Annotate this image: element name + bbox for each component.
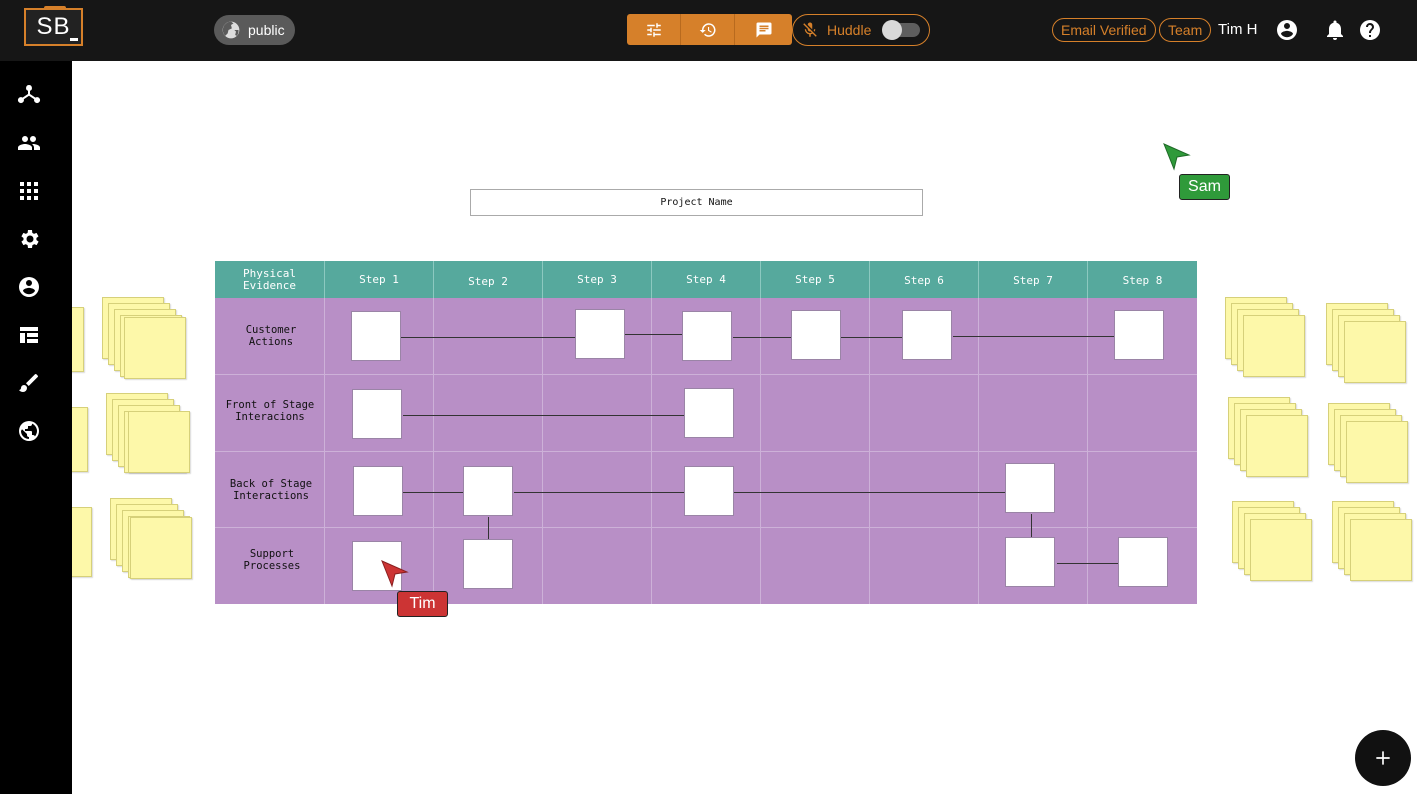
table-icon[interactable] [17, 323, 41, 347]
header-step-7[interactable]: Step 7 [979, 261, 1088, 298]
settings-sliders-button[interactable] [627, 14, 681, 45]
step-box[interactable] [684, 466, 734, 516]
cursor-label-tim: Tim [397, 591, 448, 617]
help-icon[interactable] [1358, 18, 1382, 42]
header-step-3[interactable]: Step 3 [543, 261, 652, 298]
header-step-1[interactable]: Step 1 [325, 261, 434, 298]
step-box[interactable] [351, 311, 401, 361]
sticky-note[interactable] [72, 407, 88, 472]
sticky-note[interactable] [130, 517, 192, 579]
step-box[interactable] [1114, 310, 1164, 360]
plus-icon [1376, 751, 1390, 765]
connector-line [841, 337, 903, 338]
connector-line [403, 492, 465, 493]
step-box[interactable] [1005, 463, 1055, 513]
whiteboard-canvas[interactable]: Project Name Physical Evidence Step 1 St… [72, 61, 1417, 794]
connector-line [514, 492, 686, 493]
huddle-label: Huddle [827, 22, 872, 38]
header-physical-evidence[interactable]: Physical Evidence [215, 261, 325, 298]
sticky-note[interactable] [128, 411, 190, 473]
service-blueprint-board[interactable]: Physical Evidence Step 1 Step 2 Step 3 S… [215, 261, 1197, 604]
step-box[interactable] [463, 539, 513, 589]
lane-label-back-of-stage[interactable]: Back of Stage Interactions [225, 478, 317, 502]
sticky-note[interactable] [124, 317, 186, 379]
header-step-4[interactable]: Step 4 [652, 261, 761, 298]
sticky-note[interactable] [72, 307, 84, 372]
column-divider [760, 298, 761, 604]
chat-button[interactable] [735, 14, 792, 45]
brush-icon[interactable] [17, 371, 41, 395]
lane-label-customer-actions[interactable]: Customer Actions [233, 324, 309, 348]
history-button[interactable] [681, 14, 735, 45]
bell-icon[interactable] [1323, 18, 1347, 42]
chat-icon [756, 22, 771, 37]
step-box[interactable] [353, 466, 403, 516]
account-icon[interactable] [17, 275, 41, 299]
sticky-note[interactable] [1243, 315, 1305, 377]
column-divider [542, 298, 543, 604]
sticky-note[interactable] [1344, 321, 1406, 383]
visibility-toggle[interactable]: public [214, 15, 295, 45]
column-divider [869, 298, 870, 604]
connector-line [625, 334, 683, 335]
globe-icon [222, 21, 240, 39]
email-verified-badge: Email Verified [1052, 18, 1156, 42]
step-box[interactable] [575, 309, 625, 359]
step-box[interactable] [352, 389, 402, 439]
sticky-note[interactable] [1350, 519, 1412, 581]
project-name-field[interactable]: Project Name [470, 189, 923, 216]
step-box[interactable] [791, 310, 841, 360]
sticky-note[interactable] [1346, 421, 1408, 483]
add-button[interactable] [1355, 730, 1411, 786]
step-box[interactable] [684, 388, 734, 438]
sticky-note[interactable] [1250, 519, 1312, 581]
header-step-5[interactable]: Step 5 [761, 261, 870, 298]
app-logo[interactable]: SB [24, 6, 83, 46]
team-button[interactable]: Team [1159, 18, 1212, 42]
huddle-toggle[interactable] [882, 20, 921, 40]
sliders-icon [646, 22, 661, 37]
column-divider [651, 298, 652, 604]
people-icon[interactable] [17, 131, 41, 155]
cursor-arrow-tim [381, 560, 409, 588]
settings-icon[interactable] [17, 227, 41, 251]
header-step-6[interactable]: Step 6 [870, 261, 979, 298]
huddle-control[interactable]: Huddle [792, 14, 930, 46]
step-box[interactable] [1118, 537, 1168, 587]
header-step-8[interactable]: Step 8 [1088, 261, 1197, 298]
apps-grid-icon[interactable] [17, 179, 41, 203]
column-divider [433, 298, 434, 604]
step-box[interactable] [1005, 537, 1055, 587]
globe-icon[interactable] [17, 419, 41, 443]
mic-off-icon [803, 22, 817, 37]
column-divider [1087, 298, 1088, 604]
connector-line [953, 336, 1115, 337]
connector-line [401, 337, 575, 338]
network-icon[interactable] [17, 83, 41, 107]
column-divider [978, 298, 979, 604]
connector-line [403, 415, 685, 416]
step-box[interactable] [902, 310, 952, 360]
connector-line [734, 492, 1007, 493]
history-icon [699, 22, 716, 37]
cursor-arrow-sam [1163, 143, 1191, 171]
step-box[interactable] [682, 311, 732, 361]
left-sidebar [0, 61, 72, 794]
connector-line [1057, 563, 1119, 564]
top-bar: SB public Huddle Email Verified Team Tim… [0, 0, 1417, 61]
step-box[interactable] [463, 466, 513, 516]
sticky-note[interactable] [1246, 415, 1308, 477]
connector-line [733, 337, 791, 338]
lane-label-front-of-stage[interactable]: Front of Stage Interacions [221, 399, 319, 423]
header-step-2[interactable]: Step 2 [434, 261, 543, 298]
cursor-label-sam: Sam [1179, 174, 1230, 200]
column-divider [324, 298, 325, 604]
visibility-label: public [248, 22, 285, 38]
user-name: Tim H [1218, 21, 1258, 38]
sticky-note[interactable] [72, 507, 92, 577]
lane-label-support-processes[interactable]: Support Processes [235, 548, 309, 572]
account-circle-icon[interactable] [1275, 18, 1299, 42]
toolbar-group [627, 14, 792, 45]
